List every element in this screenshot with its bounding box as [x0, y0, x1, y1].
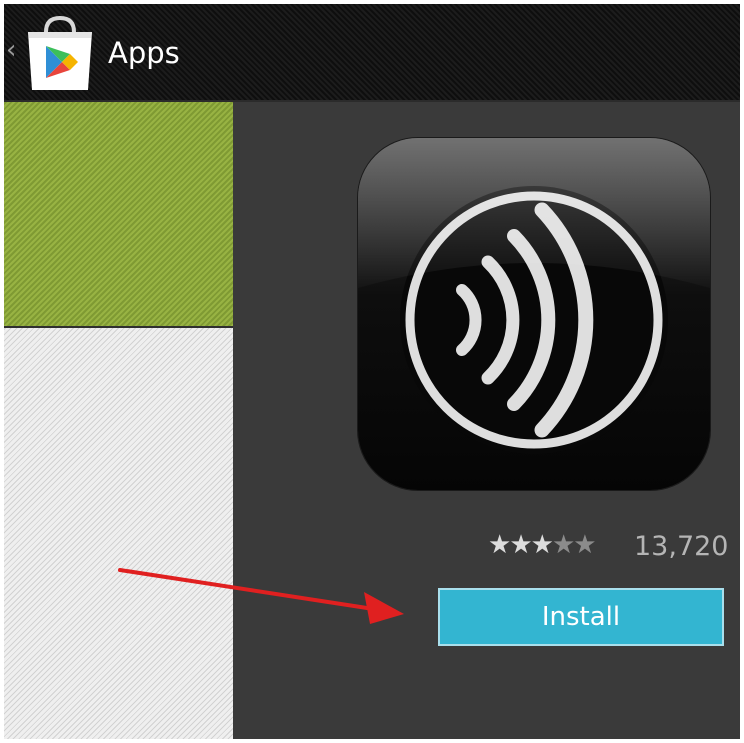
sound-waves-icon [358, 138, 710, 490]
play-store-bag-icon[interactable] [22, 14, 98, 94]
star-icon: ★ [488, 530, 511, 560]
page-title: Apps [108, 36, 180, 70]
back-chevron-icon[interactable]: ‹ [6, 37, 20, 63]
screenshot-thumbnail-gray[interactable] [4, 328, 233, 739]
star-icon: ★ [573, 530, 596, 560]
screenshot-strip[interactable] [4, 102, 233, 739]
star-icon: ★ [551, 530, 575, 560]
star-rating: ★★★★★ [488, 530, 597, 560]
red-arrow-annotation [118, 568, 404, 624]
star-icon: ★ [509, 530, 532, 560]
install-button[interactable]: Install [438, 588, 724, 646]
star-icon: ★ [530, 530, 554, 560]
rating-count: 13,720 [634, 531, 729, 562]
screenshot-thumbnail-green[interactable] [4, 102, 233, 326]
action-bar: ‹ Apps [4, 4, 740, 102]
